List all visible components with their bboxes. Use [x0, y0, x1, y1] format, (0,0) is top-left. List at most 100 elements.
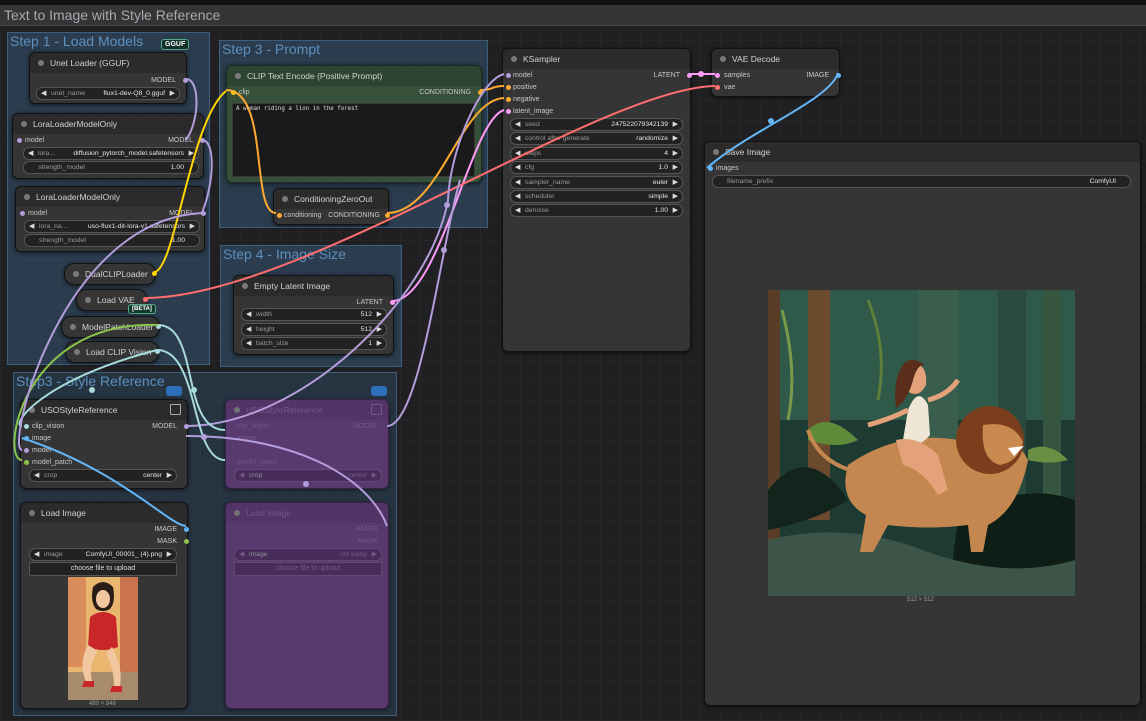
- widget-height[interactable]: ◀ height 512 ▶: [241, 323, 387, 336]
- workflow-title-bar: Text to Image with Style Reference: [0, 5, 1146, 26]
- output-socket[interactable]: [385, 213, 390, 218]
- input-socket[interactable]: [24, 424, 29, 429]
- input-socket[interactable]: [715, 85, 720, 90]
- input-socket[interactable]: [506, 97, 511, 102]
- widget-crop[interactable]: ◀ crop center ▶: [234, 469, 382, 482]
- input-socket[interactable]: [24, 436, 29, 441]
- node-lora-1[interactable]: LoraLoaderModelOnly model MODEL ◀ lora...…: [12, 113, 205, 179]
- node-modelpatchloader[interactable]: ModelPatchLoader: [61, 316, 161, 338]
- output-socket[interactable]: [183, 78, 188, 83]
- prompt-textarea[interactable]: A woman riding a lion in the forest: [232, 103, 475, 177]
- input-socket[interactable]: [24, 460, 29, 465]
- choose-file-button[interactable]: choose file to upload: [234, 562, 382, 576]
- output-label: MODEL: [169, 210, 194, 217]
- widget-strength[interactable]: strength_model 1.00: [24, 234, 200, 247]
- node-vae-decode[interactable]: VAE Decode samples vae IMAGE: [711, 48, 841, 97]
- group-icon-badge[interactable]: [371, 386, 387, 396]
- input-socket[interactable]: [506, 109, 511, 114]
- workflow-title: Text to Image with Style Reference: [4, 7, 221, 23]
- node-title: ConditioningZeroOut: [294, 194, 373, 204]
- node-uso-style-reference-bypassed[interactable]: USOStyleReference clip_vision image mode…: [225, 399, 389, 489]
- widget-cfg[interactable]: ◀ cfg 1.0 ▶: [510, 161, 683, 174]
- output-label: MODEL: [152, 423, 177, 430]
- node-dualcliploader[interactable]: DualCLIPLoader: [64, 263, 157, 285]
- group-title: Step 3 - Prompt: [222, 41, 321, 57]
- widget-image[interactable]: ◀ image ref.webp ▶: [234, 548, 382, 561]
- node-title: USOStyleReference: [246, 405, 323, 415]
- node-save-image[interactable]: Save Image images filename_prefix ComfyUI: [704, 141, 1141, 706]
- output-socket[interactable]: [201, 211, 206, 216]
- lion-rider-illustration: [768, 290, 1075, 596]
- input-socket[interactable]: [24, 448, 29, 453]
- choose-file-button[interactable]: choose file to upload: [29, 562, 177, 576]
- widget-sampler-name[interactable]: ◀ sampler_name euler ▶: [510, 176, 683, 189]
- collapse-dot[interactable]: [38, 60, 44, 66]
- input-socket[interactable]: [17, 138, 22, 143]
- widget-strength[interactable]: strength_model 1.00: [23, 161, 199, 174]
- widget-lora-name[interactable]: ◀ lora... diffusion_pytorch_model.safetens…: [23, 147, 199, 160]
- node-title: Empty Latent Image: [254, 281, 331, 291]
- widget-scheduler[interactable]: ◀ scheduler simple ▶: [510, 190, 683, 203]
- gguf-badge: GGUF: [161, 39, 190, 50]
- widget-control-after-generate[interactable]: ◀ control after generate randomize ▶: [510, 132, 683, 145]
- node-clip-text-encode[interactable]: CLIP Text Encode (Positive Prompt) clip …: [226, 65, 483, 183]
- input-label: model: [28, 210, 48, 217]
- input-label: model: [32, 447, 52, 454]
- reference-image-preview[interactable]: [68, 577, 138, 700]
- output-socket[interactable]: [156, 324, 161, 329]
- node-load-image[interactable]: Load Image IMAGE MASK ◀ image ComfyUI_0000…: [20, 502, 189, 709]
- node-uso-style-reference[interactable]: USOStyleReference clip_vision image mode…: [20, 399, 189, 489]
- input-label: image: [32, 435, 52, 442]
- expand-icon[interactable]: [371, 404, 382, 415]
- input-socket[interactable]: [277, 213, 282, 218]
- output-image-preview[interactable]: [768, 290, 1075, 596]
- input-socket[interactable]: [231, 90, 236, 95]
- widget-image[interactable]: ◀ image ComfyUI_00001_ (4).png ▶: [29, 548, 177, 561]
- output-label: MODEL: [168, 137, 193, 144]
- beta-badge: [BETA]: [128, 304, 156, 314]
- widget-width[interactable]: ◀ width 512 ▶: [241, 308, 387, 321]
- widget-denoise[interactable]: ◀ denoise 1.00 ▶: [510, 204, 683, 217]
- node-conditioning-zero-out[interactable]: ConditioningZeroOut conditioning CONDITI…: [273, 188, 390, 225]
- input-label: clip_vision: [32, 423, 65, 430]
- output-socket[interactable]: [155, 349, 160, 354]
- node-unet-loader[interactable]: Unet Loader (GGUF) MODEL ◀ unet_name flux1…: [29, 52, 188, 104]
- output-label: IMAGE: [154, 526, 177, 533]
- output-socket[interactable]: [200, 138, 205, 143]
- expand-icon[interactable]: [170, 404, 181, 415]
- widget-batch-size[interactable]: ◀ batch_size 1 ▶: [241, 337, 387, 350]
- output-socket[interactable]: [184, 424, 189, 429]
- image-size-caption: 480 × 848: [89, 701, 116, 707]
- output-socket[interactable]: [836, 73, 841, 78]
- widget-filename-prefix[interactable]: filename_prefix ComfyUI: [712, 175, 1131, 188]
- node-lora-2[interactable]: LoraLoaderModelOnly model MODEL ◀ lora_na…: [15, 186, 206, 252]
- node-title: ModelPatchLoader: [82, 322, 154, 332]
- node-title: Load Image: [246, 508, 291, 518]
- group-icon-badge[interactable]: [166, 386, 182, 396]
- output-socket[interactable]: [687, 73, 692, 78]
- widget-seed[interactable]: ◀ seed 247522079342139 ▶: [510, 118, 683, 131]
- output-socket[interactable]: [478, 90, 483, 95]
- input-label: positive: [513, 84, 537, 91]
- node-empty-latent-image[interactable]: Empty Latent Image LATENT ◀ width 512 ▶ ◀ he…: [233, 275, 395, 355]
- widget-lora-name[interactable]: ◀ lora_na... uso-flux1-dit-lora-v1.safeten…: [24, 220, 200, 233]
- output-socket[interactable]: [184, 527, 189, 532]
- output-label: IMAGE: [355, 526, 378, 533]
- input-label: images: [716, 165, 739, 172]
- output-socket[interactable]: [152, 271, 157, 276]
- node-load-image-bypassed[interactable]: Load Image IMAGE MASK ◀ image ref.webp ▶ ch…: [225, 502, 389, 709]
- node-ksampler[interactable]: KSampler model positive negative latent_…: [502, 48, 692, 352]
- output-socket[interactable]: [143, 297, 148, 302]
- output-socket[interactable]: [390, 300, 395, 305]
- node-load-clip-vision[interactable]: Load CLIP Vision: [65, 341, 160, 363]
- output-socket[interactable]: [184, 539, 189, 544]
- input-socket[interactable]: [506, 85, 511, 90]
- input-socket[interactable]: [708, 166, 713, 171]
- input-socket[interactable]: [715, 73, 720, 78]
- node-title: USOStyleReference: [41, 405, 118, 415]
- input-socket[interactable]: [506, 73, 511, 78]
- widget-unet-name[interactable]: ◀ unet_name flux1-dev-Q8_0.gguf ▶: [36, 87, 180, 100]
- widget-crop[interactable]: ◀ crop center ▶: [29, 469, 177, 482]
- widget-steps[interactable]: ◀ steps 4 ▶: [510, 147, 683, 160]
- input-socket[interactable]: [20, 211, 25, 216]
